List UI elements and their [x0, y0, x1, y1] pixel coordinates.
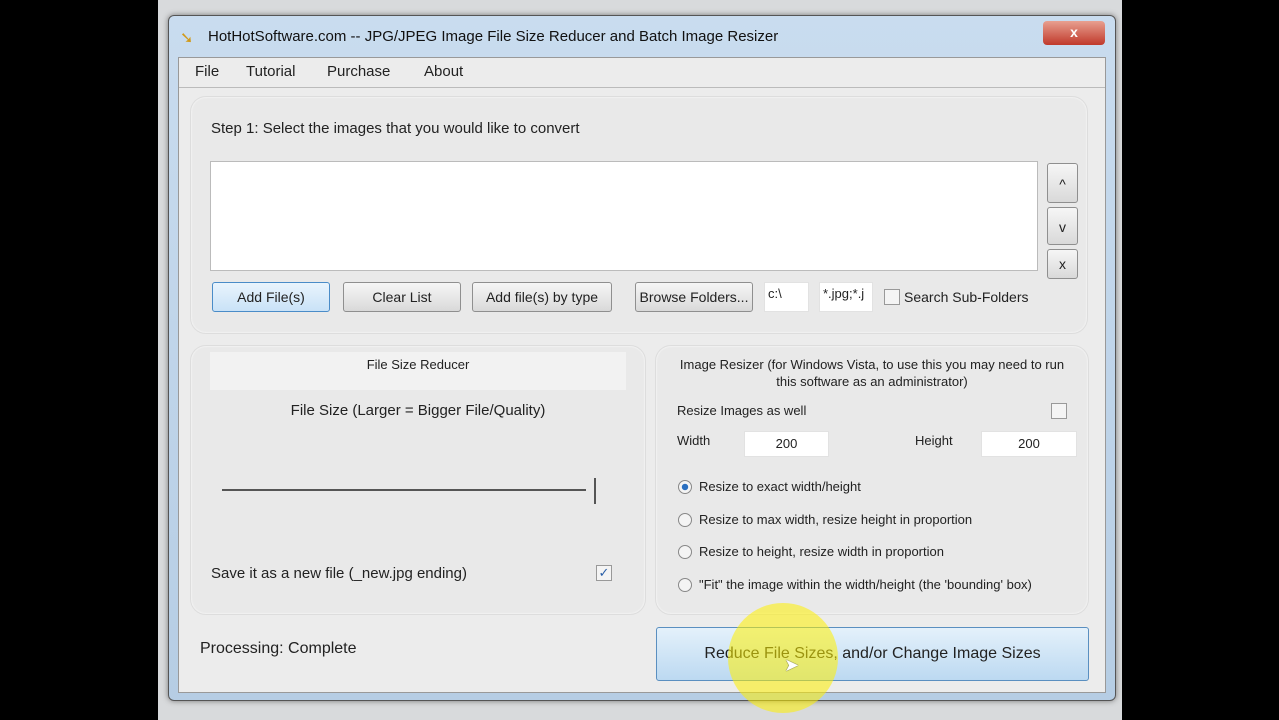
- add-files-button[interactable]: Add File(s): [212, 282, 330, 312]
- resize-as-well-label: Resize Images as well: [677, 403, 807, 418]
- app-icon: ➘: [180, 30, 194, 47]
- reduce-resize-button[interactable]: Reduce File Sizes, and/or Change Image S…: [656, 627, 1089, 681]
- resize-exact-radio[interactable]: [678, 480, 692, 494]
- menu-tutorial[interactable]: Tutorial: [246, 63, 295, 80]
- fit-bounding-box-radio[interactable]: [678, 578, 692, 592]
- quality-slider-track[interactable]: [222, 489, 586, 491]
- resize-max-width-radio[interactable]: [678, 513, 692, 527]
- close-button[interactable]: x: [1043, 21, 1105, 45]
- reducer-header: File Size Reducer: [210, 352, 626, 390]
- fit-bounding-box-label: "Fit" the image within the width/height …: [699, 577, 1032, 592]
- menu-about[interactable]: About: [424, 63, 463, 80]
- search-subfolders-label: Search Sub-Folders: [904, 289, 1029, 305]
- menu-divider: [179, 87, 1105, 88]
- reducer-caption: File Size (Larger = Bigger File/Quality): [290, 402, 546, 419]
- mouse-cursor-icon: ➤: [784, 655, 800, 675]
- resize-height-radio[interactable]: [678, 545, 692, 559]
- height-label: Height: [915, 433, 953, 448]
- cursor-highlight: [728, 603, 838, 713]
- save-new-label: Save it as a new file (_new.jpg ending): [211, 565, 467, 582]
- width-input[interactable]: 200: [744, 431, 829, 457]
- pattern-input[interactable]: *.jpg;*.j: [819, 282, 873, 312]
- add-by-type-button[interactable]: Add file(s) by type: [472, 282, 612, 312]
- processing-status: Processing: Complete: [200, 640, 357, 657]
- quality-slider-thumb[interactable]: [594, 478, 606, 504]
- remove-button[interactable]: x: [1047, 249, 1078, 279]
- resize-max-width-label: Resize to max width, resize height in pr…: [699, 512, 973, 527]
- height-input[interactable]: 200: [981, 431, 1077, 457]
- resizer-header: Image Resizer (for Windows Vista, to use…: [679, 357, 1065, 389]
- clear-list-button[interactable]: Clear List: [343, 282, 461, 312]
- menu-file[interactable]: File: [195, 63, 219, 80]
- resize-height-label: Resize to height, resize width in propor…: [699, 544, 944, 559]
- menu-purchase[interactable]: Purchase: [327, 63, 390, 80]
- window-title: HotHotSoftware.com -- JPG/JPEG Image Fil…: [208, 28, 779, 45]
- move-up-button[interactable]: ^: [1047, 163, 1078, 203]
- folder-input[interactable]: c:\: [764, 282, 809, 312]
- move-down-button[interactable]: v: [1047, 207, 1078, 245]
- resize-exact-label: Resize to exact width/height: [699, 479, 861, 494]
- search-subfolders-checkbox[interactable]: [884, 289, 900, 305]
- save-new-checkbox[interactable]: ✓: [596, 565, 612, 581]
- width-label: Width: [677, 433, 711, 448]
- file-list[interactable]: [210, 161, 1038, 271]
- step1-label: Step 1: Select the images that you would…: [211, 120, 580, 137]
- resize-as-well-checkbox[interactable]: [1051, 403, 1067, 419]
- browse-folders-button[interactable]: Browse Folders...: [635, 282, 753, 312]
